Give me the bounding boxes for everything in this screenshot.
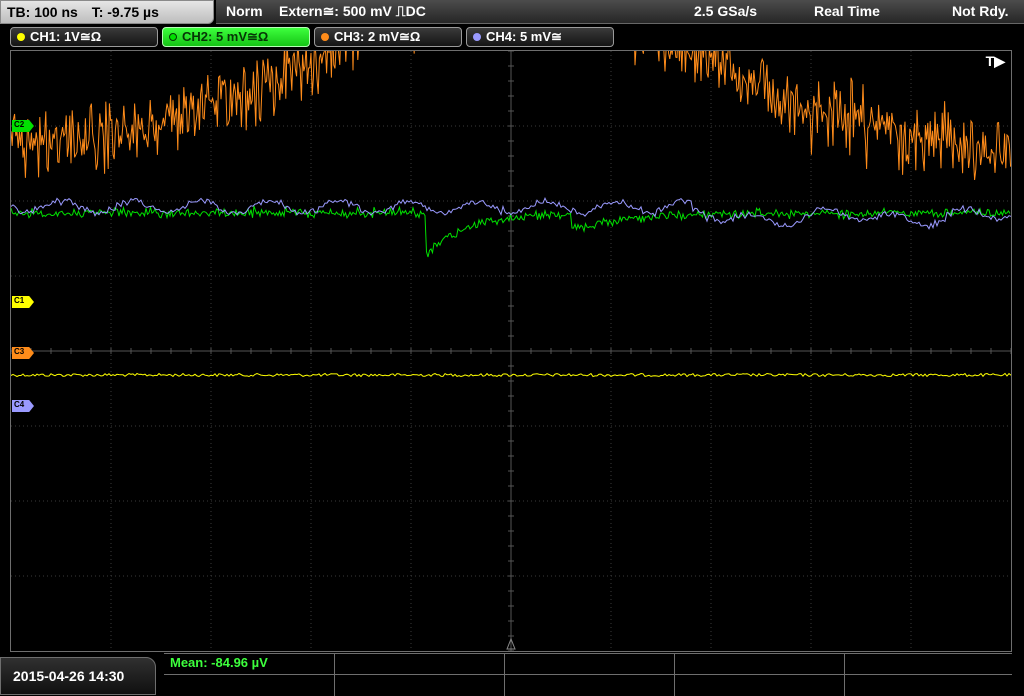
channel-tabs: CH1: 1V≅Ω CH2: 5 mV≅Ω CH3: 2 mV≅Ω CH4: 5… bbox=[0, 26, 1024, 48]
tab-ch3-label: CH3: 2 mV≅Ω bbox=[334, 29, 421, 44]
measurement-cell bbox=[504, 654, 674, 696]
timebase-value: TB: 100 ns bbox=[7, 4, 78, 20]
status-bar: Norm Extern≅: 500 mV ⎍DC 2.5 GSa/s Real … bbox=[216, 0, 1024, 24]
tab-ch4[interactable]: CH4: 5 mV≅ bbox=[466, 27, 614, 47]
trigger-time-value: T: -9.75 µs bbox=[91, 4, 159, 20]
acquisition-state: Not Rdy. bbox=[952, 3, 1009, 19]
waveform-display[interactable]: T▶ bbox=[10, 50, 1012, 652]
trigger-mode[interactable]: Norm bbox=[226, 0, 263, 23]
measurement-cell bbox=[674, 654, 844, 696]
mean-measurement: Mean: -84.96 µV bbox=[170, 655, 268, 670]
sample-rate: 2.5 GSa/s bbox=[694, 3, 758, 19]
datetime-text: 2015-04-26 14:30 bbox=[13, 668, 125, 684]
acquisition-mode: Real Time bbox=[814, 3, 880, 19]
measurement-cell bbox=[844, 654, 1012, 696]
tab-ch2[interactable]: CH2: 5 mV≅Ω bbox=[162, 27, 310, 47]
tab-ch4-label: CH4: 5 mV≅ bbox=[486, 29, 562, 44]
tab-ch3[interactable]: CH3: 2 mV≅Ω bbox=[314, 27, 462, 47]
tab-ch1[interactable]: CH1: 1V≅Ω bbox=[10, 27, 158, 47]
ch2-color-icon bbox=[169, 33, 177, 41]
measurement-panel[interactable]: Mean: -84.96 µV bbox=[164, 653, 1012, 696]
datetime-display: 2015-04-26 14:30 bbox=[0, 657, 156, 695]
ch4-color-icon bbox=[473, 33, 481, 41]
trigger-position-marker[interactable]: T▶ bbox=[986, 53, 1005, 70]
tab-ch1-label: CH1: 1V≅Ω bbox=[30, 29, 102, 44]
ch3-color-icon bbox=[321, 33, 329, 41]
waveform-plot bbox=[11, 51, 1011, 651]
ch1-color-icon bbox=[17, 33, 25, 41]
timebase-panel[interactable]: TB: 100 ns T: -9.75 µs bbox=[0, 0, 214, 24]
measurement-cell bbox=[334, 654, 504, 696]
trigger-source[interactable]: Extern≅: 500 mV ⎍DC bbox=[279, 0, 426, 23]
tab-ch2-label: CH2: 5 mV≅Ω bbox=[182, 29, 269, 44]
